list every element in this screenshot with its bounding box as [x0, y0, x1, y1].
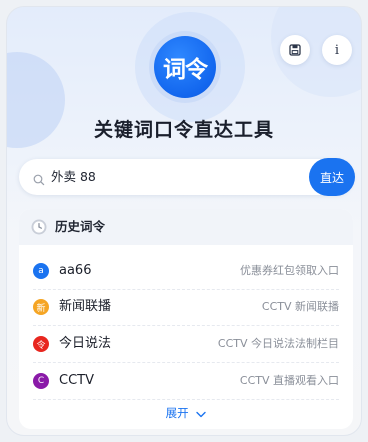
divider	[33, 399, 339, 400]
go-button[interactable]: 直达	[309, 158, 355, 196]
item-name: aa66	[59, 263, 92, 278]
item-name: CCTV	[59, 373, 94, 388]
chevron-down-icon	[196, 407, 207, 421]
history-panel: 历史词令 a aa66 优惠券红包领取入口 新 新闻联播 CCTV 新闻联播 令…	[19, 209, 353, 429]
page-title: 关键词口令直达工具	[93, 119, 274, 141]
history-item[interactable]: 新 新闻联播 CCTV 新闻联播	[19, 289, 353, 325]
logo-halo: 词令	[149, 31, 221, 103]
app-window: i 词令 关键词口令直达工具 直达 历史词令	[6, 6, 362, 436]
history-item[interactable]: a aa66 优惠券红包领取入口	[19, 253, 353, 289]
search-icon	[33, 171, 45, 190]
history-item[interactable]: C CCTV CCTV 直播观看入口	[19, 363, 353, 399]
item-name: 新闻联播	[59, 299, 112, 314]
item-description: 优惠券红包领取入口	[240, 264, 339, 277]
clock-icon	[31, 219, 47, 239]
item-description: CCTV 今日说法法制栏目	[217, 337, 339, 350]
app-logo: 词令	[154, 36, 216, 98]
search-bar: 直达	[19, 158, 355, 196]
history-title: 历史词令	[55, 219, 106, 234]
info-icon: i	[334, 42, 340, 58]
info-button[interactable]: i	[322, 35, 352, 65]
item-icon: 令	[33, 336, 49, 352]
item-icon: C	[33, 373, 49, 389]
item-description: CCTV 新闻联播	[261, 300, 339, 313]
history-item[interactable]: 令 今日说法 CCTV 今日说法法制栏目	[19, 326, 353, 362]
logo-text: 词令	[163, 57, 208, 83]
expand-button[interactable]: 展开	[19, 405, 353, 421]
history-header: 历史词令	[19, 209, 353, 245]
item-description: CCTV 直播观看入口	[239, 374, 339, 387]
save-icon	[289, 41, 301, 60]
item-name: 今日说法	[59, 336, 112, 351]
expand-label: 展开	[165, 406, 189, 420]
search-input[interactable]	[51, 159, 291, 195]
item-icon: 新	[33, 299, 49, 315]
save-button[interactable]	[280, 35, 310, 65]
item-icon: a	[33, 263, 49, 279]
